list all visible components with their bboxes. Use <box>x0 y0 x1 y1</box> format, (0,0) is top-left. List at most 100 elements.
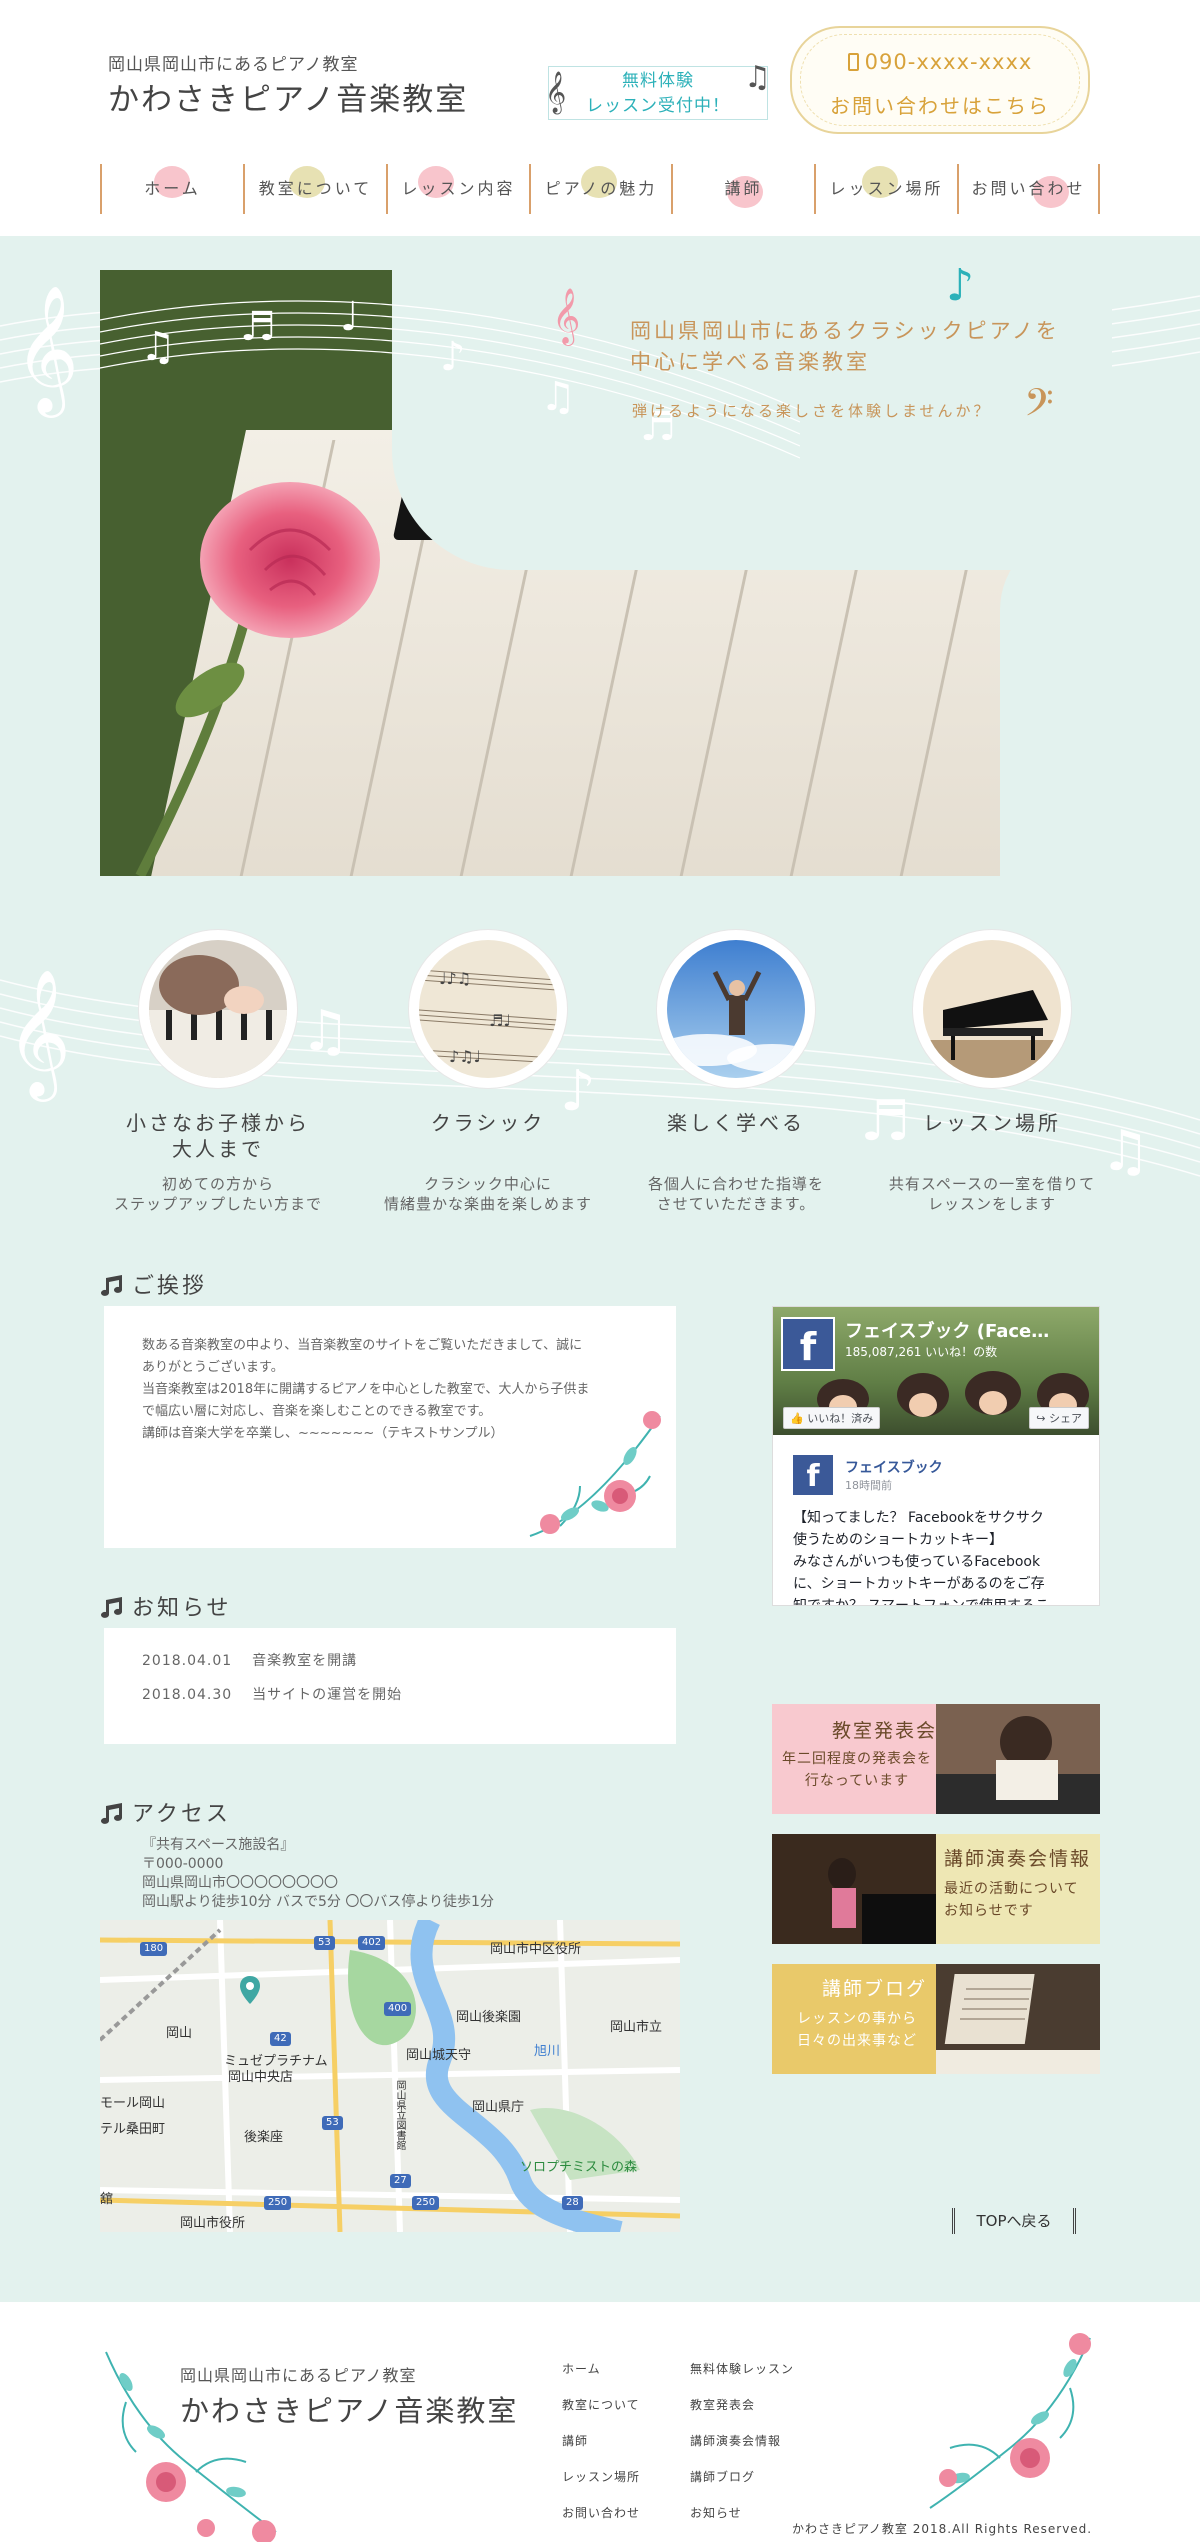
facebook-post-avatar-icon[interactable]: f <box>793 1455 833 1495</box>
facebook-post-line: 知ですか？ スマートフォンで使用するこ <box>793 1598 1050 1606</box>
facebook-share-label: シェア <box>1049 1412 1082 1425</box>
greeting-line: ありがとうございます。 <box>142 1360 284 1375</box>
svg-text:♩♪♫: ♩♪♫ <box>439 969 471 988</box>
nav-home[interactable]: ホーム <box>100 164 243 214</box>
map-label: モール岡山 <box>100 2096 166 2111</box>
svg-text:𝄞: 𝄞 <box>6 968 71 1102</box>
svg-text:♪♫♩: ♪♫♩ <box>449 1047 481 1066</box>
banner-desc-line: 行なっています <box>804 1773 910 1789</box>
footer-link-home[interactable]: ホーム <box>562 2360 601 2377</box>
footer-link-about[interactable]: 教室について <box>562 2396 640 2413</box>
access-line: 〒000-0000 <box>142 1856 224 1872</box>
nav-teacher[interactable]: 講師 <box>671 164 814 214</box>
feature-image-frame: ♩♪♫ ♬♩ ♪♫♩ <box>409 930 567 1088</box>
banner-teacher-blog[interactable]: 講師ブログ レッスンの事から 日々の出来事など <box>772 1964 1100 2074</box>
feature-fun-learning[interactable]: 楽しく学べる 各個人に合わせた指導を させていただきます。 <box>606 930 866 1214</box>
nav-about[interactable]: 教室について <box>243 164 386 214</box>
facebook-share-button[interactable]: ↪ シェア <box>1029 1407 1089 1429</box>
feature-image-frame <box>913 930 1071 1088</box>
feature-all-ages[interactable]: 小さなお子様から 大人まで 初めての方から ステップアップしたい方まで <box>88 930 348 1214</box>
facebook-page-name[interactable]: フェイスブック (Face… <box>845 1317 1049 1343</box>
facebook-post-author[interactable]: フェイスブック <box>845 1457 943 1477</box>
access-line: 岡山県岡山市〇〇〇〇〇〇〇〇 <box>142 1875 338 1891</box>
banner-desc: 最近の活動について お知らせです <box>944 1878 1079 1922</box>
footer-link-recital[interactable]: 教室発表会 <box>690 2396 755 2413</box>
route-marker: 53 <box>322 2116 343 2130</box>
feature-desc-line: クラシック中心に <box>424 1175 552 1193</box>
svg-text:𝄞: 𝄞 <box>14 284 79 418</box>
nav-label: レッスン場所 <box>829 179 944 198</box>
site-header: 岡山県岡山市にあるピアノ教室 かわさきピアノ音楽教室 𝄞 無料体験 レッスン受付… <box>0 0 1200 236</box>
footer-title[interactable]: かわさきピアノ音楽教室 <box>180 2388 518 2430</box>
footer-link-blog[interactable]: 講師ブログ <box>690 2468 755 2485</box>
site-title[interactable]: かわさきピアノ音楽教室 <box>108 74 468 119</box>
footer-link-location[interactable]: レッスン場所 <box>562 2468 640 2485</box>
music-notes-decoration: ♫ ♬ ♩ ♪♫♬ <box>100 294 800 459</box>
nav-label: お問い合わせ <box>971 179 1086 198</box>
map-label: テル桑田町 <box>100 2122 166 2137</box>
site-subtitle: 岡山県岡山市にあるピアノ教室 <box>108 55 359 75</box>
music-note-icon <box>101 1275 122 1296</box>
feature-image-frame <box>139 930 297 1088</box>
nav-contact[interactable]: お問い合わせ <box>957 164 1100 214</box>
rose-corner-decoration <box>929 2333 1091 2509</box>
back-to-top-button[interactable]: TOPへ戻る <box>952 2208 1076 2234</box>
feature-title-line: 楽しく学べる <box>667 1111 805 1135</box>
banner-concert-info[interactable]: 講師演奏会情報 最近の活動について お知らせです <box>772 1834 1100 1944</box>
map-label: ソロプチミストの森 <box>520 2160 638 2175</box>
rose-corner-decoration <box>529 1411 661 1537</box>
map-label: 後楽座 <box>244 2130 284 2145</box>
feature-desc-line: レッスンをします <box>927 1195 1056 1213</box>
feature-image-frame <box>657 930 815 1088</box>
map-label-text: 岡山後楽園 <box>456 2010 522 2025</box>
news-date: 2018.04.30 <box>142 1687 233 1703</box>
feature-desc: 初めての方から ステップアップしたい方まで <box>88 1174 348 1214</box>
facebook-logo-icon[interactable]: f <box>781 1317 835 1371</box>
hero-title-line-2: 中心に学べる音楽教室 <box>630 350 870 374</box>
route-marker: 402 <box>358 1936 386 1950</box>
site-footer: 岡山県岡山市にあるピアノ教室 かわさきピアノ音楽教室 ホーム 教室について 講師… <box>0 2298 1200 2542</box>
access-line: 『共有スペース施設名』 <box>142 1837 295 1853</box>
route-marker: 180 <box>140 1942 168 1956</box>
greeting-heading: ご挨拶 <box>100 1268 207 1300</box>
access-map[interactable]: 岡山市中区役所 岡山後楽園 岡山市立 岡山城天守 ミュゼプラチナム 岡山中央店 … <box>100 1920 680 2232</box>
route-marker: 27 <box>390 2174 411 2188</box>
footer-link-contact[interactable]: お問い合わせ <box>562 2504 640 2521</box>
facebook-like-button[interactable]: 👍 いいね！済み <box>783 1407 881 1429</box>
svg-text:♬: ♬ <box>240 304 276 350</box>
phone-number[interactable]: 090-xxxx-xxxx <box>792 50 1088 74</box>
banner-recital[interactable]: 教室発表会 年二回程度の発表会を 行なっています <box>772 1704 1100 1814</box>
route-marker: 250 <box>412 2196 440 2210</box>
contact-label: お問い合わせはこちら <box>830 94 1050 118</box>
nav-lesson[interactable]: レッスン内容 <box>386 164 529 214</box>
banner-desc-line: 最近の活動について <box>944 1881 1079 1897</box>
nav-piano-charm[interactable]: ピアノの魅力 <box>529 164 671 214</box>
access-heading-text: アクセス <box>132 1802 231 1827</box>
feature-title: 楽しく学べる <box>606 1110 866 1136</box>
music-note-icon <box>101 1803 122 1824</box>
facebook-post-line: みなさんがいつも使っているFacebook <box>793 1554 1041 1570</box>
facebook-like-count: 185,087,261 いいね！の数 <box>845 1345 998 1359</box>
footer-link-free-trial[interactable]: 無料体験レッスン <box>690 2360 794 2377</box>
banner-title: 講師演奏会情報 <box>944 1848 1092 1870</box>
contact-button[interactable]: 090-xxxx-xxxx お問い合わせはこちら <box>790 26 1090 134</box>
feature-lesson-location[interactable]: レッスン場所 共有スペースの一室を借りて レッスンをします <box>862 930 1122 1214</box>
news-item[interactable]: 2018.04.01 音楽教室を開講 <box>142 1650 357 1670</box>
banner-desc-line: 日々の出来事など <box>797 2033 917 2049</box>
footer-link-concert-info[interactable]: 講師演奏会情報 <box>690 2432 781 2449</box>
music-notes-icon: ♫ <box>744 60 771 95</box>
footer-link-news[interactable]: お知らせ <box>690 2504 742 2521</box>
nav-location[interactable]: レッスン場所 <box>814 164 957 214</box>
free-trial-banner[interactable]: 𝄞 無料体験 レッスン受付中！ ♫ <box>545 60 771 120</box>
footer-link-teacher[interactable]: 講師 <box>562 2432 588 2449</box>
facebook-post-time[interactable]: 18時間前 <box>845 1477 892 1493</box>
map-pin-icon[interactable] <box>240 1976 260 2004</box>
feature-desc: 共有スペースの一室を借りて レッスンをします <box>862 1174 1122 1214</box>
news-item[interactable]: 2018.04.30 当サイトの運営を開始 <box>142 1684 402 1704</box>
facebook-widget[interactable]: f フェイスブック (Face… 185,087,261 いいね！の数 👍 いい… <box>772 1306 1100 1606</box>
feature-desc: 各個人に合わせた指導を させていただきます。 <box>606 1174 866 1214</box>
pianist-photo <box>772 1834 936 1944</box>
feature-classic[interactable]: ♩♪♫ ♬♩ ♪♫♩ クラシック クラシック中心に 情緒豊かな楽曲を楽しめます <box>358 930 618 1214</box>
map-label: 舘 <box>100 2192 114 2207</box>
facebook-post-line: 使うためのショートカットキー】 <box>793 1532 1003 1548</box>
